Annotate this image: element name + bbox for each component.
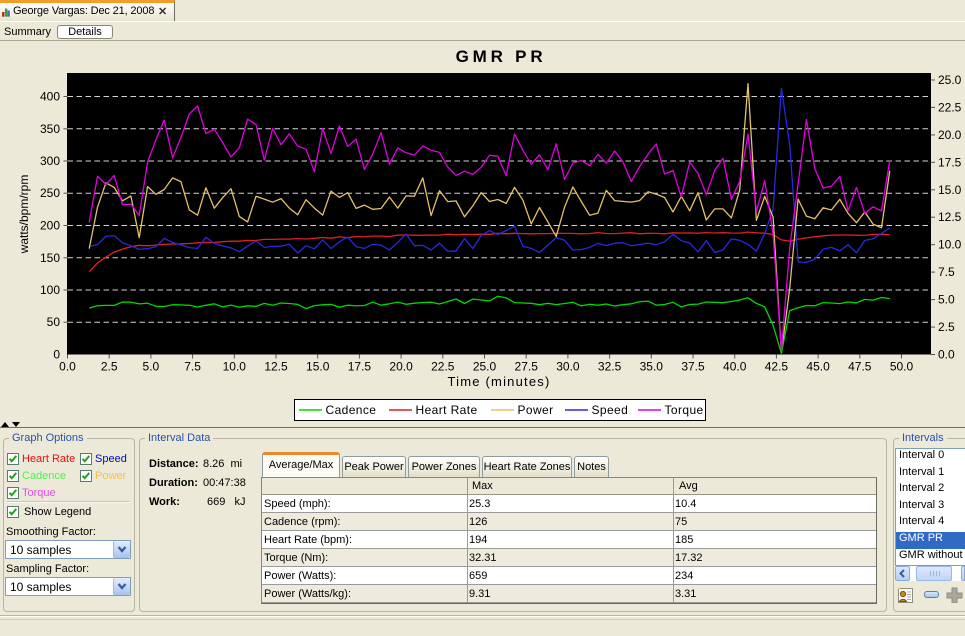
svg-text:12.5: 12.5: [264, 360, 288, 374]
svg-text:GMR PR: GMR PR: [456, 47, 547, 66]
svg-text:20.0: 20.0: [389, 360, 413, 374]
svg-text:35.0: 35.0: [640, 360, 664, 374]
svg-text:12.5: 12.5: [938, 210, 962, 224]
svg-text:25.0: 25.0: [938, 73, 962, 87]
svg-text:2.5: 2.5: [938, 320, 955, 334]
svg-text:0.0: 0.0: [938, 348, 955, 362]
svg-text:Power: Power: [518, 403, 554, 417]
svg-text:22.5: 22.5: [431, 360, 455, 374]
svg-text:250: 250: [40, 186, 60, 200]
svg-text:15.0: 15.0: [938, 183, 962, 197]
svg-text:50.0: 50.0: [890, 360, 914, 374]
svg-text:7.5: 7.5: [184, 360, 201, 374]
svg-text:40.0: 40.0: [723, 360, 747, 374]
svg-text:2.5: 2.5: [101, 360, 118, 374]
svg-text:7.5: 7.5: [938, 265, 955, 279]
svg-text:0.0: 0.0: [59, 360, 76, 374]
svg-text:47.5: 47.5: [848, 360, 872, 374]
svg-text:15.0: 15.0: [306, 360, 330, 374]
svg-text:5.0: 5.0: [143, 360, 160, 374]
svg-text:Time (minutes): Time (minutes): [448, 374, 551, 389]
svg-text:10.0: 10.0: [223, 360, 247, 374]
svg-text:5.0: 5.0: [938, 293, 955, 307]
svg-text:22.5: 22.5: [938, 100, 962, 114]
svg-text:350: 350: [40, 122, 60, 136]
svg-text:17.5: 17.5: [938, 155, 962, 169]
svg-text:37.5: 37.5: [681, 360, 705, 374]
svg-text:50: 50: [47, 315, 61, 329]
svg-text:Cadence: Cadence: [326, 403, 377, 417]
svg-text:45.0: 45.0: [806, 360, 830, 374]
svg-text:17.5: 17.5: [348, 360, 372, 374]
svg-text:watts/bpm/rpm: watts/bpm/rpm: [17, 175, 31, 255]
svg-text:300: 300: [40, 154, 60, 168]
svg-text:42.5: 42.5: [765, 360, 789, 374]
svg-text:Speed: Speed: [592, 403, 629, 417]
svg-text:100: 100: [40, 283, 60, 297]
svg-text:27.5: 27.5: [515, 360, 539, 374]
svg-text:32.5: 32.5: [598, 360, 622, 374]
svg-text:Heart Rate: Heart Rate: [416, 403, 478, 417]
svg-text:Torque: Torque: [665, 403, 704, 417]
svg-text:30.0: 30.0: [556, 360, 580, 374]
svg-text:400: 400: [40, 90, 60, 104]
svg-text:200: 200: [40, 219, 60, 233]
svg-text:20.0: 20.0: [938, 128, 962, 142]
svg-text:150: 150: [40, 251, 60, 265]
svg-text:10.0: 10.0: [938, 238, 962, 252]
svg-text:25.0: 25.0: [473, 360, 497, 374]
